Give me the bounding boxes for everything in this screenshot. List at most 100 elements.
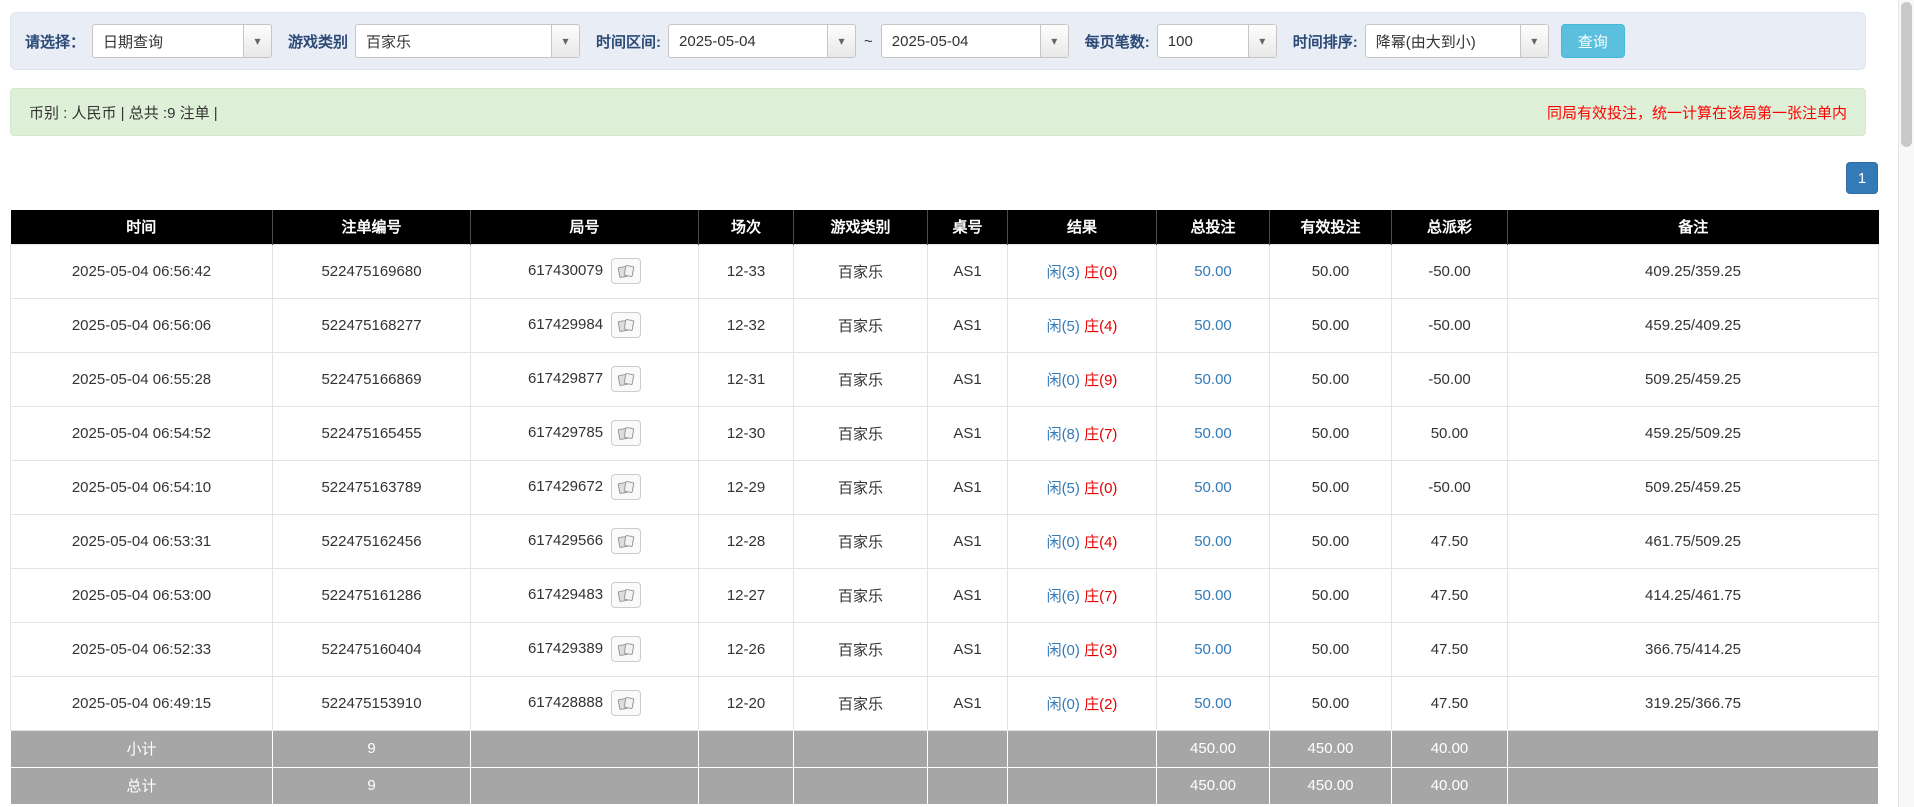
date-from-select[interactable]: 2025-05-04 ▾: [668, 24, 856, 58]
total-bet-link[interactable]: 50.00: [1194, 263, 1232, 280]
cards-icon: [617, 534, 635, 549]
page-size-select[interactable]: 100 ▾: [1157, 24, 1277, 58]
total-bet-link[interactable]: 50.00: [1194, 479, 1232, 496]
cell-total-bet: 50.00: [1157, 298, 1270, 352]
scrollbar-thumb[interactable]: [1901, 2, 1912, 147]
cell-time: 2025-05-04 06:56:42: [11, 244, 273, 298]
cell-session: 12-33: [699, 244, 794, 298]
cell-round-id: 617429984: [471, 298, 699, 352]
cards-icon: [617, 642, 635, 657]
footer-total-bet: 450.00: [1157, 730, 1270, 767]
cell-session: 12-31: [699, 352, 794, 406]
cell-game-type: 百家乐: [794, 568, 928, 622]
chevron-down-icon[interactable]: ▾: [243, 25, 271, 57]
chevron-down-icon[interactable]: ▾: [1520, 25, 1548, 57]
cell-remark: 366.75/414.25: [1508, 622, 1879, 676]
cell-session: 12-20: [699, 676, 794, 730]
cell-total-bet: 50.00: [1157, 406, 1270, 460]
total-bet-link[interactable]: 50.00: [1194, 695, 1232, 712]
cell-total-bet: 50.00: [1157, 568, 1270, 622]
time-range-label: 时间区间:: [596, 31, 661, 52]
table-header-row: 时间注单编号局号场次游戏类别桌号结果总投注有效投注总派彩备注: [11, 210, 1879, 244]
cell-valid-bet: 50.00: [1270, 568, 1392, 622]
column-header-payout: 总派彩: [1392, 210, 1508, 244]
total-row: 总计9450.00450.0040.00: [11, 767, 1879, 804]
cell-table-id: AS1: [928, 622, 1008, 676]
cell-result: 闲(0) 庄(2): [1008, 676, 1157, 730]
cell-round-id: 617429672: [471, 460, 699, 514]
time-sort-select[interactable]: 降幂(由大到小) ▾: [1365, 24, 1549, 58]
cell-valid-bet: 50.00: [1270, 622, 1392, 676]
view-cards-button[interactable]: [611, 258, 641, 284]
cell-payout: 47.50: [1392, 622, 1508, 676]
cell-game-type: 百家乐: [794, 244, 928, 298]
view-cards-button[interactable]: [611, 474, 641, 500]
footer-label: 小计: [11, 730, 273, 767]
cell-valid-bet: 50.00: [1270, 406, 1392, 460]
result-player: 闲(3): [1047, 264, 1080, 281]
view-cards-button[interactable]: [611, 528, 641, 554]
cards-icon: [617, 480, 635, 495]
cell-table-id: AS1: [928, 514, 1008, 568]
cell-table-id: AS1: [928, 406, 1008, 460]
chevron-down-icon[interactable]: ▾: [1040, 25, 1068, 57]
total-bet-link[interactable]: 50.00: [1194, 587, 1232, 604]
cell-session: 12-29: [699, 460, 794, 514]
table-row: 2025-05-04 06:52:33522475160404617429389…: [11, 622, 1879, 676]
date-to-select[interactable]: 2025-05-04 ▾: [881, 24, 1069, 58]
view-cards-button[interactable]: [611, 582, 641, 608]
total-bet-link[interactable]: 50.00: [1194, 317, 1232, 334]
pagination: 1: [10, 162, 1878, 194]
cell-remark: 409.25/359.25: [1508, 244, 1879, 298]
footer-valid-bet: 450.00: [1270, 730, 1392, 767]
chevron-down-icon[interactable]: ▾: [551, 25, 579, 57]
cell-session: 12-30: [699, 406, 794, 460]
table-row: 2025-05-04 06:53:00522475161286617429483…: [11, 568, 1879, 622]
column-header-valid-bet: 有效投注: [1270, 210, 1392, 244]
cell-time: 2025-05-04 06:53:31: [11, 514, 273, 568]
column-header-remark: 备注: [1508, 210, 1879, 244]
cell-payout: 47.50: [1392, 676, 1508, 730]
chevron-down-icon[interactable]: ▾: [1248, 25, 1276, 57]
footer-payout: 40.00: [1392, 730, 1508, 767]
table-row: 2025-05-04 06:56:42522475169680617430079…: [11, 244, 1879, 298]
cell-table-id: AS1: [928, 676, 1008, 730]
chevron-down-icon[interactable]: ▾: [827, 25, 855, 57]
query-type-select[interactable]: 日期查询 ▾: [92, 24, 272, 58]
footer-remark: [1508, 767, 1879, 804]
page-size-value: 100: [1158, 25, 1248, 57]
total-bet-link[interactable]: 50.00: [1194, 425, 1232, 442]
total-bet-link[interactable]: 50.00: [1194, 371, 1232, 388]
game-type-select[interactable]: 百家乐 ▾: [355, 24, 580, 58]
cell-remark: 509.25/459.25: [1508, 352, 1879, 406]
cell-total-bet: 50.00: [1157, 622, 1270, 676]
total-bet-link[interactable]: 50.00: [1194, 533, 1232, 550]
result-banker: 庄(0): [1084, 264, 1117, 281]
result-player: 闲(8): [1047, 426, 1080, 443]
table-row: 2025-05-04 06:49:15522475153910617428888…: [11, 676, 1879, 730]
footer-game: [794, 767, 928, 804]
cell-game-type: 百家乐: [794, 514, 928, 568]
cell-table-id: AS1: [928, 298, 1008, 352]
page-1-button[interactable]: 1: [1846, 162, 1878, 194]
query-button[interactable]: 查询: [1561, 24, 1625, 58]
cell-game-type: 百家乐: [794, 460, 928, 514]
cell-time: 2025-05-04 06:56:06: [11, 298, 273, 352]
total-bet-link[interactable]: 50.00: [1194, 641, 1232, 658]
cell-result: 闲(0) 庄(3): [1008, 622, 1157, 676]
cell-round-id: 617429566: [471, 514, 699, 568]
date-from-value: 2025-05-04: [669, 25, 827, 57]
cell-game-type: 百家乐: [794, 622, 928, 676]
cell-time: 2025-05-04 06:49:15: [11, 676, 273, 730]
cell-bet-id: 522475165455: [273, 406, 471, 460]
cell-game-type: 百家乐: [794, 298, 928, 352]
notice-text: 同局有效投注，统一计算在该局第一张注单内: [1547, 102, 1847, 123]
footer-remark: [1508, 730, 1879, 767]
vertical-scrollbar[interactable]: [1898, 0, 1914, 807]
view-cards-button[interactable]: [611, 366, 641, 392]
view-cards-button[interactable]: [611, 312, 641, 338]
view-cards-button[interactable]: [611, 636, 641, 662]
cell-round-id: 617429877: [471, 352, 699, 406]
view-cards-button[interactable]: [611, 690, 641, 716]
view-cards-button[interactable]: [611, 420, 641, 446]
